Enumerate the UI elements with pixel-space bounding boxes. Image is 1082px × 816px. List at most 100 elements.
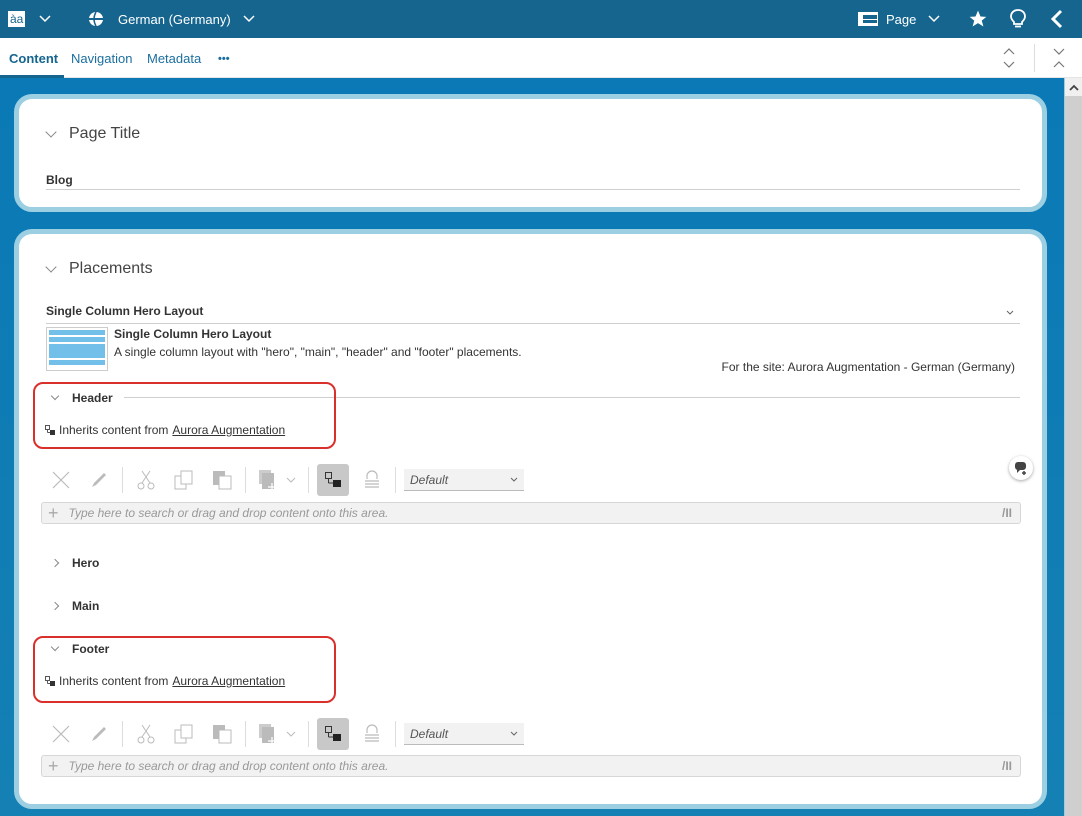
chevron-down-icon xyxy=(286,477,296,483)
paste-button[interactable] xyxy=(207,465,237,495)
highlight-box xyxy=(33,636,336,703)
inherit-toggle-button[interactable] xyxy=(317,464,349,496)
tab-bar: Content Navigation Metadata ••• xyxy=(0,38,1082,78)
add-document-icon xyxy=(259,724,276,745)
annotation-button[interactable] xyxy=(1009,456,1033,480)
lock-button[interactable] xyxy=(357,719,387,749)
chevron-right-icon xyxy=(50,601,60,611)
view-type-value: Default xyxy=(410,726,449,741)
top-bar: àa German (Germany) Page xyxy=(0,0,1082,38)
lock-button[interactable] xyxy=(357,465,387,495)
layout-select-value: Single Column Hero Layout xyxy=(46,304,204,318)
toolbar-divider xyxy=(1034,44,1035,72)
footer-dropzone[interactable]: + Type here to search or drag and drop c… xyxy=(41,755,1021,777)
placements-section-header[interactable]: Placements xyxy=(45,260,153,278)
placements-card: Placements Single Column Hero Layout Sin… xyxy=(14,229,1047,809)
close-icon xyxy=(52,471,70,489)
tips-button[interactable] xyxy=(1009,0,1027,38)
tab-metadata[interactable]: Metadata xyxy=(147,38,201,78)
page-title-card: Page Title Blog xyxy=(14,94,1047,212)
lightbulb-icon xyxy=(1010,9,1026,28)
toolbar-separator xyxy=(245,467,246,493)
chevron-down-icon xyxy=(1006,310,1014,315)
chevron-down-icon xyxy=(45,126,57,138)
toolbar-separator xyxy=(122,467,123,493)
expand-all-button[interactable] xyxy=(1000,46,1018,70)
layout-description: A single column layout with "hero", "mai… xyxy=(114,345,522,359)
add-comment-icon xyxy=(1015,462,1026,475)
chevron-right-icon xyxy=(50,558,60,568)
toolbar-separator xyxy=(245,721,246,747)
add-content-menu-button[interactable] xyxy=(254,719,300,749)
scroll-up-button[interactable] xyxy=(1065,78,1082,96)
lock-icon xyxy=(365,724,379,742)
inherit-toggle-button[interactable] xyxy=(317,718,349,750)
favorites-button[interactable] xyxy=(968,0,988,38)
copy-icon xyxy=(174,724,193,744)
view-type-select[interactable]: Default xyxy=(404,469,524,491)
cut-button[interactable] xyxy=(131,719,161,749)
collapse-all-button[interactable] xyxy=(1050,46,1068,70)
placement-name: Hero xyxy=(72,556,100,570)
cut-button[interactable] xyxy=(131,465,161,495)
hierarchy-icon xyxy=(325,472,341,487)
chevron-down-icon xyxy=(510,731,518,736)
plus-icon: + xyxy=(48,503,59,523)
library-icon[interactable]: /II xyxy=(1002,506,1012,520)
tab-more[interactable]: ••• xyxy=(218,38,230,78)
add-content-menu-button[interactable] xyxy=(254,465,300,495)
tab-navigation[interactable]: Navigation xyxy=(71,38,132,78)
language-menu-button[interactable]: àa xyxy=(8,0,51,38)
collapse-panel-button[interactable] xyxy=(1050,0,1064,38)
section-title: Placements xyxy=(69,260,153,277)
layout-thumbnail-icon xyxy=(46,327,108,371)
toolbar-separator xyxy=(122,721,123,747)
star-icon xyxy=(969,10,987,27)
edit-button[interactable] xyxy=(84,465,114,495)
tab-content[interactable]: Content xyxy=(0,38,65,78)
locale-label: German (Germany) xyxy=(118,11,231,27)
view-label: Page xyxy=(886,11,917,27)
copy-button[interactable] xyxy=(169,719,199,749)
edit-button[interactable] xyxy=(84,719,114,749)
toolbar-separator xyxy=(308,467,309,493)
vertical-scrollbar[interactable] xyxy=(1064,78,1082,816)
toolbar-separator xyxy=(395,467,396,493)
paste-button[interactable] xyxy=(207,719,237,749)
chevron-down-icon xyxy=(286,731,296,737)
paste-icon xyxy=(213,725,232,744)
section-title: Page Title xyxy=(69,125,141,142)
content-area: Page Title Blog Placements Single Column… xyxy=(0,78,1064,816)
chevron-down-icon xyxy=(243,15,255,23)
view-selector[interactable]: Page xyxy=(858,0,940,38)
highlight-box xyxy=(33,382,336,449)
field-underline xyxy=(46,189,1020,190)
placement-toolbar: Default xyxy=(46,718,524,750)
lock-icon xyxy=(365,470,379,488)
page-title-field[interactable]: Blog xyxy=(46,173,73,187)
view-type-select[interactable]: Default xyxy=(404,723,524,745)
library-icon[interactable]: /II xyxy=(1002,759,1012,773)
placement-name: Main xyxy=(72,599,100,613)
placement-hero-toggle[interactable]: Hero xyxy=(50,556,100,570)
pencil-icon xyxy=(92,727,106,741)
add-document-icon xyxy=(259,470,276,491)
placement-main-toggle[interactable]: Main xyxy=(50,599,100,613)
remove-button[interactable] xyxy=(46,719,76,749)
scissors-icon xyxy=(137,470,155,490)
copy-button[interactable] xyxy=(169,465,199,495)
site-note: For the site: Aurora Augmentation - Germ… xyxy=(721,360,1015,374)
toolbar-separator xyxy=(308,721,309,747)
pencil-icon xyxy=(92,473,106,487)
scissors-icon xyxy=(137,724,155,744)
header-dropzone[interactable]: + Type here to search or drag and drop c… xyxy=(41,502,1021,524)
page-title-section-header[interactable]: Page Title xyxy=(45,125,141,143)
page-layout-icon xyxy=(858,12,878,26)
hierarchy-icon xyxy=(325,726,341,741)
collapse-all-icon xyxy=(1053,48,1065,68)
locale-selector[interactable]: German (Germany) xyxy=(88,0,255,38)
chevron-down-icon xyxy=(510,477,518,482)
remove-button[interactable] xyxy=(46,465,76,495)
placement-toolbar: Default xyxy=(46,464,524,496)
layout-select[interactable]: Single Column Hero Layout xyxy=(46,302,1020,324)
